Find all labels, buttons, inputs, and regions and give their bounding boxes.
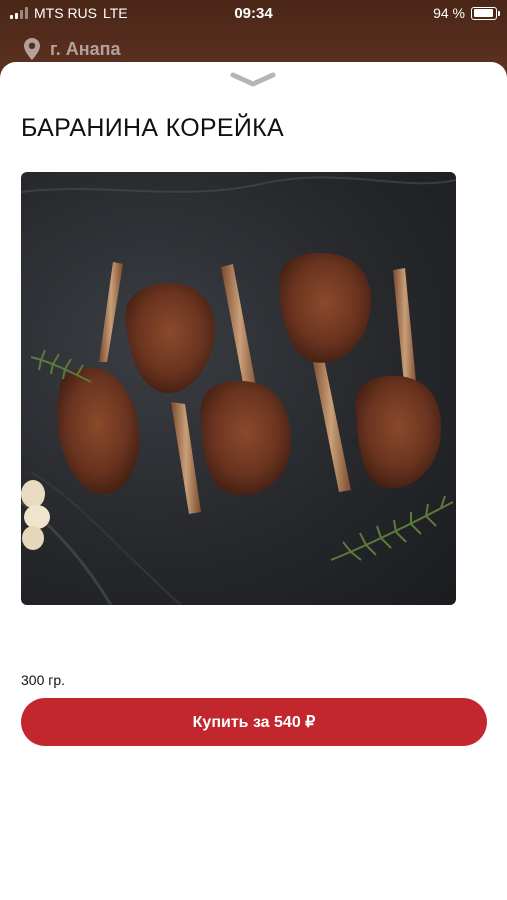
battery-percent: 94 % <box>433 5 465 21</box>
lamb-chops-illustration <box>21 176 456 605</box>
battery-icon <box>471 6 500 20</box>
clock: 09:34 <box>234 5 273 22</box>
buy-button[interactable]: Купить за 540 ₽ <box>21 698 487 746</box>
location-pin-icon <box>24 38 40 60</box>
chevron-down-icon <box>230 72 276 87</box>
product-sheet: БАРАНИНА КОРЕЙКА 300 гр. Купить за 540 ₽ <box>0 62 507 900</box>
location-selector[interactable]: г. Анапа <box>24 38 120 60</box>
status-bar: MTS RUS LTE 09:34 94 % <box>0 0 507 28</box>
product-title: БАРАНИНА КОРЕЙКА <box>21 114 284 142</box>
collapse-handle[interactable] <box>230 72 276 93</box>
product-image <box>21 172 456 605</box>
product-weight: 300 гр. <box>21 672 66 688</box>
location-label: г. Анапа <box>50 38 121 59</box>
